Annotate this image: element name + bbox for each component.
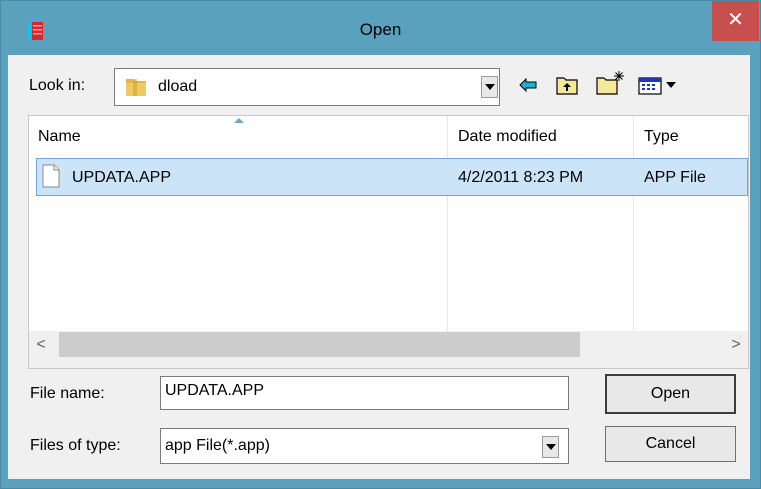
up-folder-icon[interactable] (555, 74, 579, 101)
scrollbar-thumb[interactable] (59, 332, 580, 357)
cancel-button[interactable]: Cancel (605, 426, 736, 462)
column-header-date-modified[interactable]: Date modified (458, 128, 557, 146)
window-title: Open (359, 20, 402, 39)
back-arrow-icon[interactable] (519, 77, 537, 97)
look-in-value: dload (158, 78, 198, 95)
look-in-combobox[interactable]: dload (114, 68, 500, 106)
files-of-type-select[interactable]: app File(*.app) (160, 428, 569, 464)
view-menu-icon[interactable] (638, 76, 686, 101)
file-name-input[interactable]: UPDATA.APP (160, 376, 569, 410)
title-bar[interactable]: Open ✕ (1, 1, 760, 56)
close-icon: ✕ (727, 9, 744, 31)
column-header-type[interactable]: Type (644, 128, 679, 146)
close-button[interactable]: ✕ (712, 1, 759, 41)
file-date-cell: 4/2/2011 8:23 PM (458, 169, 584, 186)
file-icon (42, 164, 60, 188)
column-header-name[interactable]: Name (38, 128, 81, 146)
file-name-label: File name: (30, 385, 105, 402)
scroll-left-arrow-icon[interactable]: < (31, 332, 51, 357)
file-list[interactable]: Name Date modified Type UPDATA.APP 4/2/2… (28, 115, 749, 369)
chevron-down-icon (546, 444, 556, 450)
new-folder-icon[interactable] (595, 70, 625, 101)
files-of-type-value: app File(*.app) (165, 437, 270, 454)
look-in-dropdown-button[interactable] (481, 76, 498, 98)
file-name-cell: UPDATA.APP (72, 169, 171, 186)
open-button[interactable]: Open (605, 374, 736, 414)
chevron-down-icon (485, 84, 495, 90)
scroll-right-arrow-icon[interactable]: > (726, 332, 746, 357)
files-of-type-label: Files of type: (30, 437, 121, 454)
files-of-type-dropdown-button[interactable] (542, 436, 559, 458)
folder-icon (124, 76, 148, 98)
horizontal-scrollbar[interactable]: < > (29, 331, 748, 368)
sort-ascending-icon (234, 118, 244, 123)
column-divider (633, 116, 634, 332)
look-in-label: Look in: (29, 77, 86, 94)
column-divider (447, 116, 448, 332)
file-type-cell: APP File (644, 169, 706, 186)
